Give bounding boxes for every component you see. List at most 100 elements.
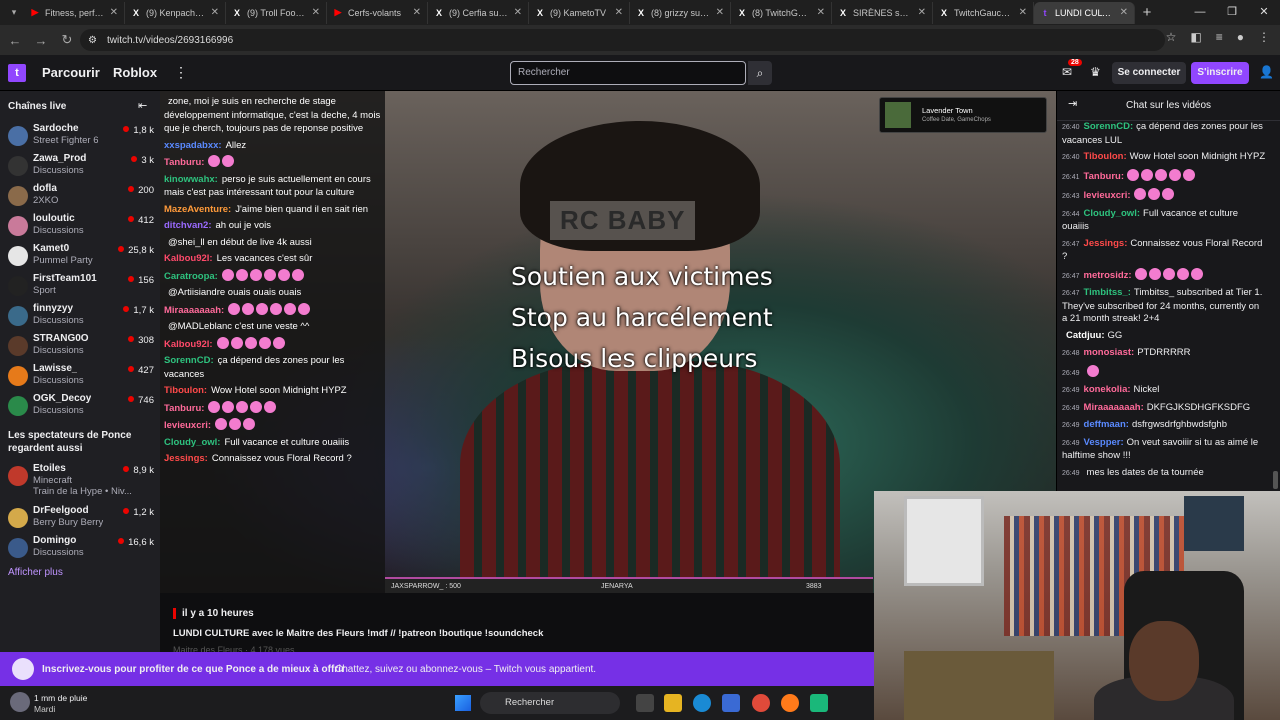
sidebar-channel[interactable]: Lawisse_ Discussions 427 [6,361,158,391]
browser-tab[interactable]: X (9) Troll Football ✕ [226,1,327,24]
chat-message: 26:49 deffmaan: dsfrgwsdrfghbwdsfghb [1057,419,1280,433]
weather-icon[interactable] [10,692,30,712]
browser-tab[interactable]: X (9) KametoTV ✕ [529,1,630,24]
reload-icon[interactable]: ↻ [60,32,74,48]
address-bar[interactable]: ⚙ twitch.tv/videos/2693166996 [80,29,1165,51]
close-tab-icon[interactable]: ✕ [514,7,522,18]
song-title: Lavender Town [922,106,973,115]
overlay-chat-message: Tiboulon: Wow Hotel soon Midnight HYPZ [164,384,381,398]
chat-username: Cloudy_owl: [1083,207,1141,219]
search-input[interactable]: Rechercher [510,61,746,85]
media-controls-icon[interactable]: ≡ [1216,30,1223,44]
browser-tab[interactable]: t LUNDI CULTURE ✕ [1034,1,1135,24]
nav-browse-link[interactable]: Parcourir [42,65,100,80]
overlay-chat-message: Cloudy_owl: Full vacance et culture ouaii… [164,436,381,450]
edge-icon[interactable] [693,694,711,712]
file-explorer-icon[interactable] [664,694,682,712]
banner-subtext: Chattez, suivez ou abonnez-vous – Twitch… [335,664,597,675]
nav-roblox-link[interactable]: Roblox [113,65,157,80]
close-tab-icon[interactable]: ✕ [1019,7,1027,18]
browser-tab[interactable]: X SIRÈNES sur X ✕ [832,1,933,24]
overlay-chat-message: ditchvan2: ah oui je vois [164,219,381,233]
back-icon[interactable]: ← [8,33,22,48]
sidebar-channel[interactable]: DrFeelgood Berry Bury Berry 1,2 k [6,503,158,533]
chat-username: Jessings: [1083,237,1128,249]
restore-icon[interactable]: ❐ [1216,0,1248,25]
close-tab-icon[interactable]: ✕ [1120,7,1128,18]
close-tab-icon[interactable]: ✕ [110,7,118,18]
chat-timestamp: 26:49 [1062,439,1080,447]
close-tab-icon[interactable]: ✕ [716,7,724,18]
sidebar-channel[interactable]: dofla 2XKO 200 [6,181,158,211]
sidebar-channel[interactable]: Kamet0 Pummel Party 25,8 k [6,241,158,271]
extensions-icon[interactable]: ◧ [1190,30,1201,44]
video-info: il y a 10 heures LUNDI CULTURE avec le M… [160,593,874,655]
twitch-logo-icon[interactable]: t [8,64,26,82]
sidebar-channel[interactable]: finnyzyy Discussions 1,7 k [6,301,158,331]
minimize-icon[interactable]: — [1184,0,1216,25]
chrome-icon[interactable] [752,694,770,712]
emote-icon [1086,364,1099,377]
prime-crown-icon[interactable]: ♛ [1090,65,1101,79]
more-icon[interactable]: ⋮ [174,64,188,81]
sidebar-channel[interactable]: Zawa_Prod Discussions 3 k [6,151,158,181]
emote-icon [1183,168,1195,181]
sidebar-channel[interactable]: STRANG0O Discussions 308 [6,331,158,361]
viewer-count: 412 [128,215,154,226]
sidebar: Chaînes live ⇤ Sardoche Street Fighter 6 1… [0,91,160,652]
task-view-icon[interactable] [636,694,654,712]
inbox-icon[interactable]: ✉ [1062,65,1072,79]
emote-icon [263,268,276,281]
twitch-top-nav: t Parcourir Roblox ⋮ Rechercher ⌕ ✉ 28 ♛… [0,55,1280,91]
browser-tab[interactable]: X (8) grizzy sur X ✕ [630,1,731,24]
close-tab-icon[interactable]: ✕ [413,7,421,18]
forward-icon[interactable]: → [34,33,48,48]
chat-timestamp: 26:40 [1062,154,1080,161]
close-tab-icon[interactable]: ✕ [817,7,825,18]
x-icon: X [435,7,442,18]
signup-banner[interactable]: Inscrivez-vous pour profiter de ce que P… [0,652,874,686]
browser-tab[interactable]: X (8) TwitchGauche ✕ [731,1,832,24]
close-tab-icon[interactable]: ✕ [918,7,926,18]
login-button[interactable]: Se connecter [1112,62,1186,84]
channel-name: Domingo [33,535,77,546]
user-menu-icon[interactable]: 👤 [1259,65,1274,79]
sidebar-channel[interactable]: Domingo Discussions 16,6 k [6,533,158,563]
chat-text: Nickel [1133,384,1160,395]
close-window-icon[interactable]: ✕ [1248,0,1280,25]
store-icon[interactable] [722,694,740,712]
collapse-sidebar-icon[interactable]: ⇤ [138,99,147,112]
site-info-icon[interactable]: ⚙ [88,35,97,46]
close-tab-icon[interactable]: ✕ [211,7,219,18]
tab-search-icon[interactable]: ▾ [4,7,24,18]
browser-tab[interactable]: X (9) Cerfia sur X ✕ [428,1,529,24]
sidebar-channel[interactable]: louloutic Discussions 412 [6,211,158,241]
bookmark-star-icon[interactable]: ☆ [1166,30,1177,44]
browser-menu-icon[interactable]: ⋮ [1258,30,1270,44]
browser-tab[interactable]: ▶ Cerfs-volants ✕ [327,1,428,24]
windows-start-icon[interactable] [455,695,471,711]
browser-tab[interactable]: X TwitchGauchiste ✕ [933,1,1034,24]
browser-tab[interactable]: ▶ Fitness, perform ✕ [24,1,125,24]
firefox-icon[interactable] [781,694,799,712]
chat-username: SorennCD: [164,355,214,366]
x-icon: X [738,7,745,18]
search-button[interactable]: ⌕ [748,61,772,85]
close-tab-icon[interactable]: ✕ [312,7,320,18]
signup-button[interactable]: S'inscrire [1191,62,1249,84]
browser-tab[interactable]: X (9) Kenpachi sur X ✕ [125,1,226,24]
profile-icon[interactable]: ● [1237,30,1244,44]
taskbar-search[interactable]: Rechercher [480,692,620,714]
sidebar-channel[interactable]: FirstTeam101 Sport 156 [6,271,158,301]
app-icon[interactable] [810,694,828,712]
new-tab-button[interactable]: + [1135,4,1159,21]
sidebar-channel[interactable]: Sardoche Street Fighter 6 1,8 k [6,121,158,151]
chat-message: 26:40 SorennCD: ça dépend des zones pour l… [1057,121,1280,147]
avatar [8,538,28,558]
show-more-link[interactable]: Afficher plus [8,567,63,578]
close-tab-icon[interactable]: ✕ [615,7,623,18]
sidebar-channel[interactable]: OGK_Decoy Discussions 746 [6,391,158,421]
chat-header: ⇥ Chat sur les vidéos [1057,91,1280,121]
chat-text: ah oui je vois [215,220,271,231]
chat-scrollbar[interactable] [1273,471,1278,489]
